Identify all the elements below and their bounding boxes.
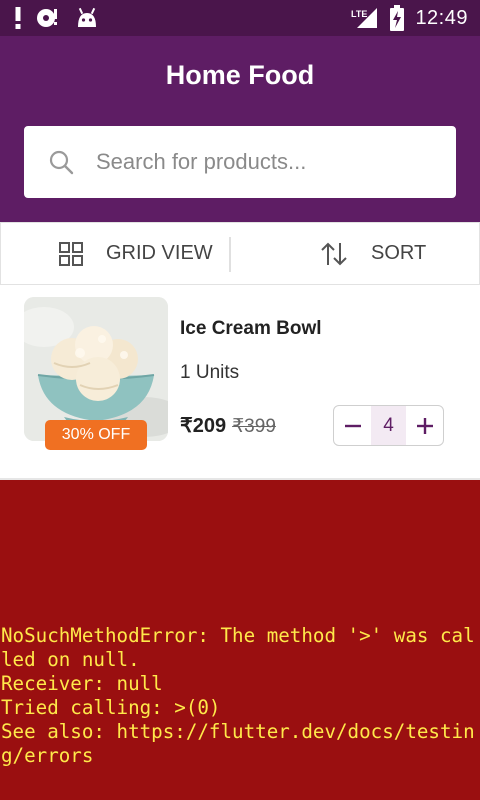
app-title: Home Food [165,60,315,90]
grid-view-label: GRID VIEW [106,242,213,264]
search-input[interactable] [96,140,436,184]
plus-icon [416,417,433,434]
quantity-stepper: 4 [333,405,444,446]
app-bar: Home Food [0,36,480,222]
minus-icon [344,424,361,427]
product-card[interactable]: 30% OFF Ice Cream Bowl 1 Units ₹209 ₹399… [0,285,480,478]
increase-quantity-button[interactable] [406,406,443,445]
alert-icon [15,7,21,29]
status-bar-right: LTE 12:49 [351,5,468,31]
quantity-value: 4 [371,406,406,445]
battery-charging-icon [390,5,405,31]
error-message: NoSuchMethodError: The method '>' was ca… [1,624,475,767]
decrease-quantity-button[interactable] [334,406,371,445]
sync-icon [37,9,57,27]
status-bar-left [14,6,98,30]
status-bar: LTE 12:49 [0,0,480,36]
discount-badge: 30% OFF [45,420,147,450]
price-row: ₹209 ₹399 [180,413,276,438]
error-panel: NoSuchMethodError: The method '>' was ca… [0,480,480,800]
toolbar-divider [229,237,231,272]
lte-signal-icon: LTE [351,8,378,28]
original-price: ₹399 [232,416,276,437]
product-name[interactable]: Ice Cream Bowl [180,318,322,340]
current-price: ₹209 [180,415,227,437]
status-time: 12:49 [415,6,468,29]
grid-view-button[interactable]: GRID VIEW [58,223,213,284]
grid-view-icon [59,241,83,266]
view-toolbar: GRID VIEW SORT [0,222,480,285]
sort-button[interactable]: SORT [319,223,426,284]
product-units: 1 Units [180,362,240,383]
sort-label: SORT [371,242,427,264]
search-bar[interactable] [24,126,456,198]
android-icon [78,7,96,27]
sort-icon [321,242,347,265]
lte-label: LTE [351,9,367,19]
search-icon [49,150,74,175]
